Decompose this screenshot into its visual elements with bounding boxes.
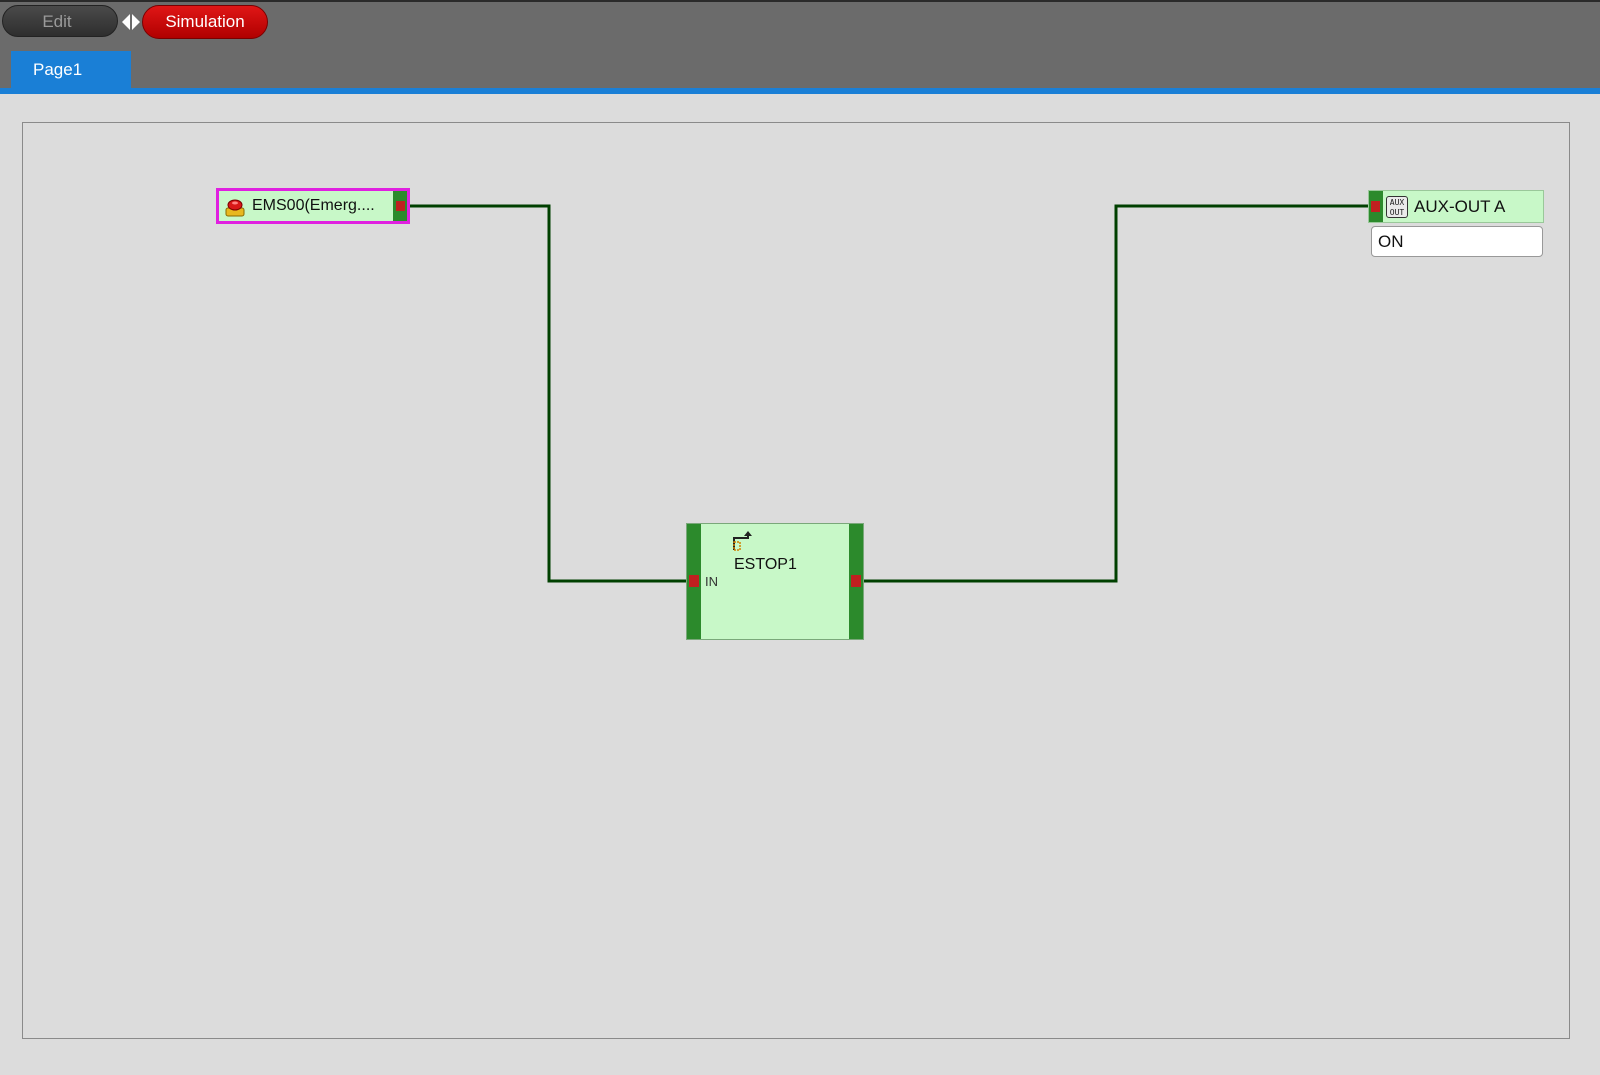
input-port[interactable]: [689, 575, 699, 587]
simulation-mode-button[interactable]: Simulation: [142, 5, 268, 39]
output-port[interactable]: [393, 191, 407, 221]
tab-page1[interactable]: Page1: [11, 51, 131, 89]
mode-toggle[interactable]: Edit Simulation: [2, 5, 268, 39]
output-value-field: ON: [1371, 226, 1543, 257]
input-node-ems00[interactable]: EMS00(Emerg....: [216, 188, 410, 224]
output-node-aux-out-a[interactable]: AUX OUT AUX-OUT A: [1368, 190, 1544, 223]
aux-out-icon: AUX OUT: [1386, 196, 1408, 218]
output-node-label: AUX-OUT A: [1414, 197, 1506, 216]
emergency-stop-icon: [225, 199, 245, 217]
input-node-label: EMS00(Emerg....: [252, 197, 375, 214]
output-port[interactable]: [851, 575, 861, 587]
edit-mode-button[interactable]: Edit: [2, 5, 118, 37]
tab-underline: [0, 88, 1600, 94]
function-block-name: ESTOP1: [734, 556, 797, 573]
estop-function-icon: [733, 531, 752, 551]
toggle-arrows-icon[interactable]: [120, 13, 142, 31]
input-port[interactable]: [1369, 191, 1383, 222]
function-block-estop1[interactable]: IN ESTOP1: [686, 523, 864, 640]
input-port-label: IN: [705, 574, 718, 589]
